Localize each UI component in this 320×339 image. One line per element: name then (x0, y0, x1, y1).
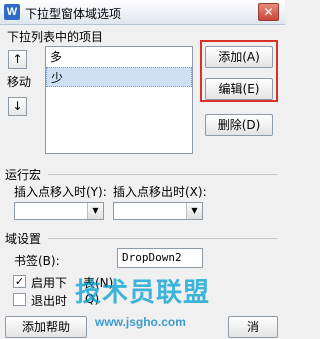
edit-button[interactable]: 编辑(E) (205, 78, 273, 100)
watermark-url: www.jsgho.com (95, 315, 186, 329)
chevron-down-icon: ▼ (87, 203, 103, 219)
dropdown-items-list[interactable]: 多 少 (45, 46, 193, 154)
delete-button[interactable]: 删除(D) (205, 114, 273, 136)
exit-macro-label: 插入点移出时(X): (113, 185, 207, 199)
close-button[interactable]: ✕ (258, 3, 279, 21)
bookmark-label: 书签(B): (14, 254, 60, 268)
exit-calc-checkbox[interactable] (13, 293, 26, 306)
list-item-selected[interactable]: 少 (46, 67, 192, 87)
dropdown-items-label: 下拉列表中的项目 (7, 30, 104, 44)
enable-dropdown-checkbox[interactable]: ✓ (13, 275, 26, 288)
add-button[interactable]: 添加(A) (205, 46, 273, 68)
wps-writer-icon: W (4, 4, 20, 20)
move-down-button[interactable]: ↓ (8, 97, 27, 116)
title-bar: W 下拉型窗体域选项 ✕ (0, 0, 285, 25)
cancel-button[interactable]: 消 (228, 316, 278, 338)
exit-macro-select[interactable]: ▼ (113, 202, 203, 220)
window-title: 下拉型窗体域选项 (25, 7, 122, 21)
entry-macro-label: 插入点移入时(Y): (14, 185, 107, 199)
list-item[interactable]: 多 (46, 47, 192, 67)
macro-section-label: 运行宏 (5, 168, 42, 182)
field-settings-label: 域设置 (5, 232, 42, 246)
entry-macro-select[interactable]: ▼ (14, 202, 104, 220)
enable-dropdown-label: 启用下 (31, 276, 68, 290)
chevron-down-icon: ▼ (186, 203, 202, 219)
watermark-brand: 技术员联盟 (75, 278, 211, 308)
field-settings-divider (48, 238, 278, 239)
exit-calc-label: 退出时 (31, 294, 68, 308)
move-up-button[interactable]: ↑ (8, 50, 27, 69)
add-help-button[interactable]: 添加帮助 (5, 316, 87, 338)
move-label: 移动 (7, 75, 32, 89)
bookmark-field[interactable]: DropDown2 (117, 248, 203, 268)
macro-divider (48, 174, 278, 175)
